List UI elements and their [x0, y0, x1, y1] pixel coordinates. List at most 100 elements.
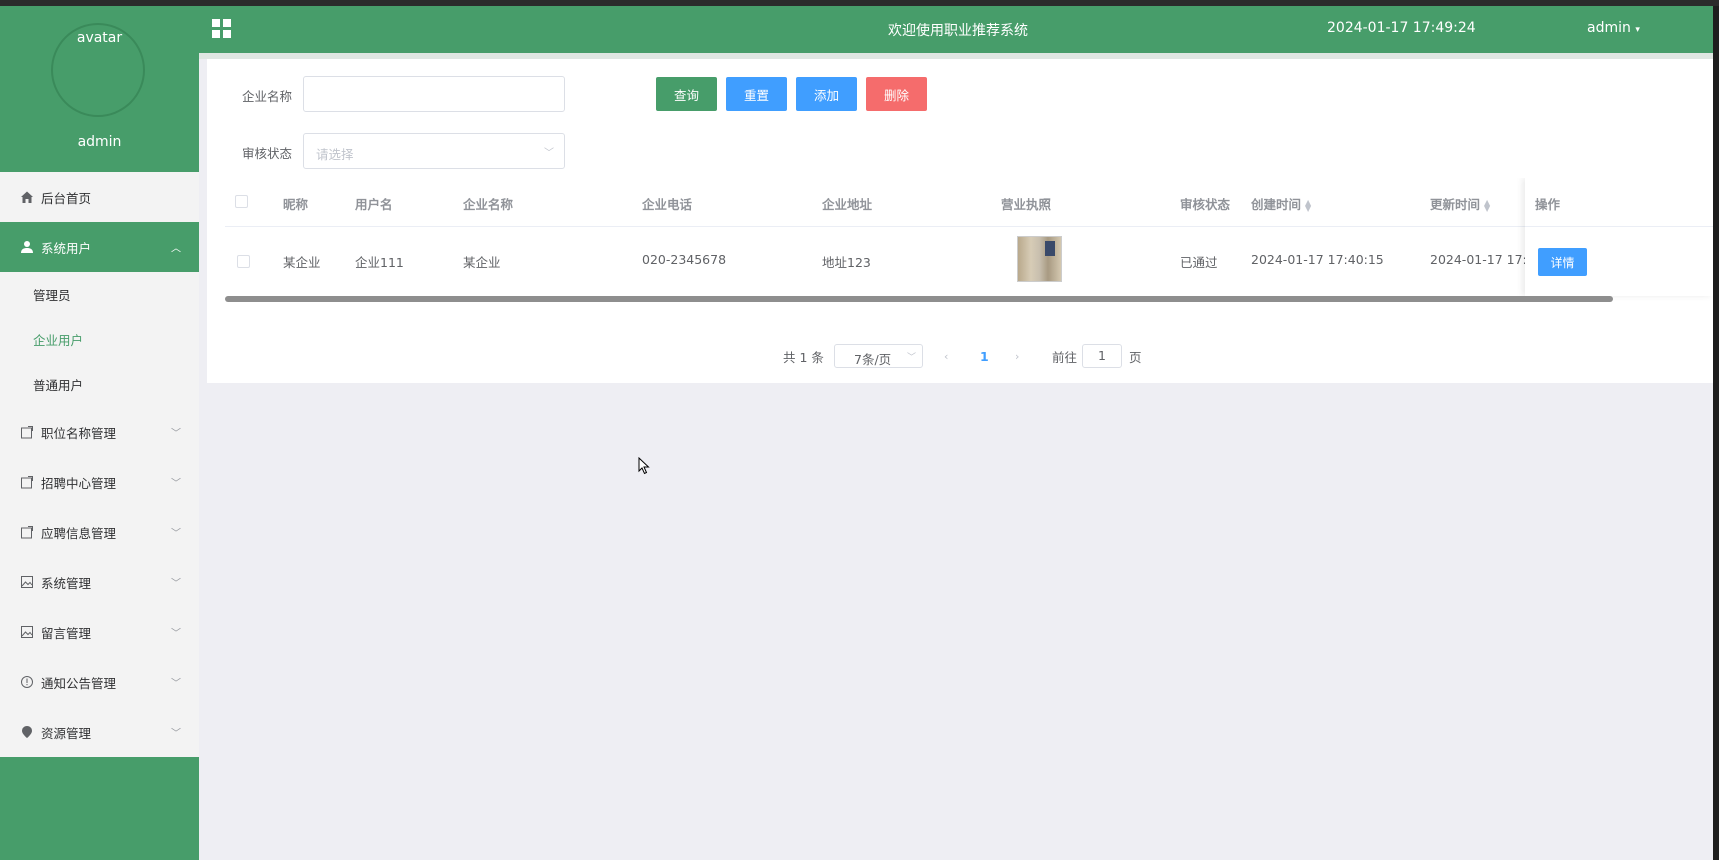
sidebar-item-label: 招聘中心管理	[41, 475, 117, 491]
chevron-down-icon: ﹀	[171, 578, 181, 590]
sidebar-item-label: 通知公告管理	[41, 675, 117, 691]
detail-button[interactable]: 详情	[1538, 248, 1587, 276]
profile-username: admin	[77, 134, 122, 150]
header-divider-line	[225, 226, 1713, 227]
header-datetime: 2024-01-17 17:49:24	[1327, 20, 1476, 36]
company-name-label: 企业名称	[242, 89, 293, 104]
audit-status-placeholder: 请选择	[316, 147, 354, 162]
user-dropdown-label: admin	[1587, 20, 1631, 36]
sidebar-item-notices[interactable]: 通知公告管理 ﹀	[0, 657, 199, 707]
col-username: 用户名	[355, 197, 393, 212]
caret-down-icon: ▾	[1635, 25, 1640, 35]
sidebar-item-system-users[interactable]: 系统用户 ︿	[0, 222, 199, 272]
sidebar-subitem-enterprise-users[interactable]: 企业用户	[0, 317, 199, 362]
page-number-1[interactable]: 1	[980, 344, 989, 368]
document-icon	[19, 474, 35, 490]
image-icon	[19, 624, 35, 640]
col-audit-status: 审核状态	[1180, 197, 1231, 212]
page-suffix: 页	[1129, 349, 1142, 365]
cell-company-phone: 020-2345678	[642, 252, 727, 267]
sidebar-subitem-admins[interactable]: 管理员	[0, 272, 199, 317]
sidebar-item-recruitment-center[interactable]: 招聘中心管理 ﹀	[0, 457, 199, 507]
cell-audit-status: 已通过	[1180, 255, 1218, 270]
audit-status-select[interactable]: 请选择 ﹀	[303, 133, 565, 169]
prev-page-button[interactable]: ‹	[944, 344, 948, 368]
chevron-down-icon: ﹀	[171, 478, 181, 490]
cell-company-name: 某企业	[463, 255, 501, 270]
document-icon	[19, 524, 35, 540]
app-screen: avatar admin 后台首页 系统用户 ︿ 管理员 企业用户 普通用户 职…	[0, 6, 1719, 860]
cell-username: 企业111	[355, 255, 404, 270]
chevron-up-icon: ︿	[171, 243, 181, 255]
sort-icon[interactable]: ▲ ▼	[1484, 198, 1490, 212]
pagination-total: 共 1 条	[783, 349, 824, 365]
sidebar-item-resources[interactable]: 资源管理 ﹀	[0, 707, 199, 757]
sidebar-menu: 后台首页 系统用户 ︿ 管理员 企业用户 普通用户 职位名称管理 ﹀ 招聘中心管…	[0, 172, 199, 757]
sidebar-item-label: 系统用户	[41, 240, 92, 256]
sidebar-item-label: 职位名称管理	[41, 425, 117, 441]
home-icon	[19, 189, 35, 205]
sidebar-item-label: 应聘信息管理	[41, 525, 117, 541]
add-button[interactable]: 添加	[796, 77, 857, 111]
horizontal-scrollbar[interactable]	[225, 296, 1613, 302]
chevron-down-icon: ﹀	[171, 628, 181, 640]
system-title: 欢迎使用职业推荐系统	[888, 23, 1028, 39]
sidebar-item-position-names[interactable]: 职位名称管理 ﹀	[0, 407, 199, 457]
header-divider-line	[1525, 226, 1713, 227]
sidebar-item-label: 系统管理	[41, 575, 92, 591]
row-checkbox[interactable]	[237, 255, 250, 268]
chevron-down-icon: ﹀	[171, 428, 181, 440]
select-all-checkbox[interactable]	[235, 195, 248, 208]
col-updated-time[interactable]: 更新时间 ▲ ▼	[1430, 194, 1490, 213]
profile-panel: avatar admin	[0, 6, 199, 172]
cell-updated-time: 2024-01-17 17:	[1430, 252, 1527, 267]
info-circle-icon	[19, 674, 35, 690]
image-icon	[19, 574, 35, 590]
enterprise-user-table: 昵称 用户名 企业名称 企业电话 企业地址 营业执照 审核状态 创建时间 ▲ ▼ 更…	[225, 178, 1713, 348]
audit-status-label: 审核状态	[242, 146, 293, 161]
sidebar-item-messages[interactable]: 留言管理 ﹀	[0, 607, 199, 657]
sidebar: avatar admin 后台首页 系统用户 ︿ 管理员 企业用户 普通用户 职…	[0, 6, 199, 860]
sidebar-item-label: 留言管理	[41, 625, 92, 641]
col-company-address: 企业地址	[822, 197, 873, 212]
cell-company-address: 地址123	[822, 255, 871, 270]
page-size-select[interactable]: 7条/页 ﹀	[834, 344, 923, 368]
col-actions: 操作	[1535, 197, 1561, 212]
sidebar-item-home[interactable]: 后台首页	[0, 172, 199, 222]
chevron-down-icon: ﹀	[544, 148, 554, 159]
sidebar-subitem-normal-users[interactable]: 普通用户	[0, 362, 199, 407]
next-page-button[interactable]: ›	[1015, 344, 1019, 368]
user-icon	[19, 239, 35, 255]
document-icon	[19, 424, 35, 440]
sidebar-item-applications[interactable]: 应聘信息管理 ﹀	[0, 507, 199, 557]
sort-icon[interactable]: ▲ ▼	[1305, 198, 1311, 212]
delete-button[interactable]: 删除	[866, 77, 927, 111]
company-name-input[interactable]	[303, 76, 565, 112]
col-business-license: 营业执照	[1001, 197, 1052, 212]
location-icon	[19, 724, 35, 740]
col-company-name: 企业名称	[463, 197, 514, 212]
reset-button[interactable]: 重置	[726, 77, 787, 111]
cell-nickname: 某企业	[283, 255, 321, 270]
query-button[interactable]: 查询	[656, 77, 717, 111]
sidebar-item-system-management[interactable]: 系统管理 ﹀	[0, 557, 199, 607]
fixed-action-column: 操作 详情	[1525, 178, 1713, 296]
menu-grid-icon[interactable]	[212, 19, 231, 38]
page-size-value: 7条/页	[854, 352, 892, 367]
goto-page-input[interactable]: 1	[1082, 344, 1122, 368]
cell-created-time: 2024-01-17 17:40:15	[1251, 252, 1384, 267]
col-created-time[interactable]: 创建时间 ▲ ▼	[1251, 194, 1311, 213]
sidebar-item-label: 资源管理	[41, 725, 92, 741]
chevron-down-icon: ﹀	[171, 728, 181, 740]
window-edge	[1713, 6, 1719, 860]
top-header: 欢迎使用职业推荐系统 2024-01-17 17:49:24 admin ▾	[199, 6, 1713, 53]
avatar-alt-text: avatar	[76, 30, 123, 46]
col-created-time-label: 创建时间	[1251, 197, 1302, 212]
chevron-down-icon: ﹀	[906, 353, 916, 363]
user-dropdown[interactable]: admin ▾	[1587, 20, 1640, 36]
content-card: 企业名称 审核状态 请选择 ﹀ 查询 重置 添加 删除 昵称 用户名 企业名称 …	[207, 59, 1713, 383]
col-nickname: 昵称	[283, 197, 309, 212]
business-license-thumbnail[interactable]	[1017, 236, 1062, 282]
col-updated-time-label: 更新时间	[1430, 197, 1481, 212]
sidebar-item-label: 后台首页	[41, 190, 92, 206]
